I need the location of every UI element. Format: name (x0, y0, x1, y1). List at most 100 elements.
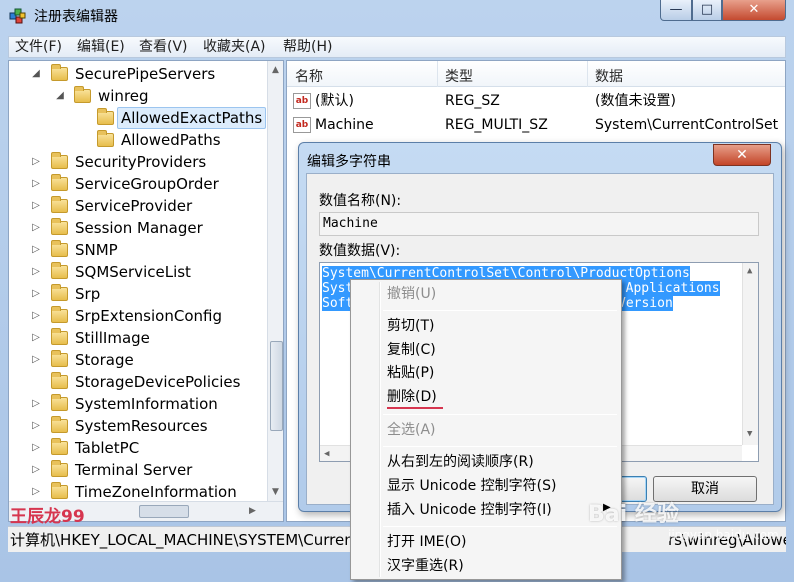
menu-item-rtl-reading-order[interactable]: 从右到左的阅读顺序(R) (387, 453, 534, 471)
tree-item-label: Terminal Server (75, 461, 193, 479)
menu-item-select-all[interactable]: 全选(A) (387, 421, 436, 439)
menu-item-show-unicode-control[interactable]: 显示 Unicode 控制字符(S) (387, 477, 556, 495)
scroll-down-icon[interactable]: ▼ (272, 487, 279, 497)
tree-scroll-thumb[interactable] (270, 341, 283, 431)
folder-icon (51, 328, 68, 345)
value-data: System\CurrentControlSet (595, 117, 779, 133)
menu-item-insert-unicode-control[interactable]: 插入 Unicode 控制字符(I) (387, 501, 552, 519)
collapse-arrow-icon[interactable]: ◢ (31, 63, 41, 85)
value-data-label: 数值数据(V): (319, 243, 401, 259)
expand-arrow-icon[interactable]: ▷ (31, 481, 41, 503)
string-value-icon: ab (293, 93, 311, 109)
tree-item-label: ServiceProvider (75, 197, 193, 215)
maximize-button[interactable]: □ (692, 0, 722, 21)
tree-item-allowedexactpaths[interactable]: AllowedExactPaths (9, 107, 267, 129)
menu-separator (383, 526, 617, 527)
menu-item-delete[interactable]: 删除(D) (387, 388, 437, 406)
expand-arrow-icon[interactable]: ▷ (31, 415, 41, 437)
menu-help[interactable]: 帮助(H) (283, 39, 332, 55)
expand-arrow-icon[interactable]: ▷ (31, 349, 41, 371)
menu-item-cut[interactable]: 剪切(T) (387, 317, 434, 335)
menu-item-undo[interactable]: 撤销(U) (387, 285, 436, 303)
tree-item-securityproviders[interactable]: ▷ SecurityProviders (9, 151, 259, 173)
column-header-name[interactable]: 名称 (295, 66, 323, 86)
tree-item-winreg[interactable]: ◢ winreg (9, 85, 259, 107)
scroll-up-icon[interactable]: ▲ (272, 65, 279, 75)
tree-item-label: StillImage (75, 329, 150, 347)
tree-item-timezoneinformation[interactable]: ▷ TimeZoneInformation (9, 481, 259, 503)
menu-item-open-ime[interactable]: 打开 IME(O) (387, 533, 466, 551)
dialog-close-button[interactable]: ✕ (713, 144, 771, 166)
expand-arrow-icon[interactable]: ▷ (31, 217, 41, 239)
expand-arrow-icon[interactable]: ▷ (31, 393, 41, 415)
scroll-down-icon[interactable]: ▼ (747, 429, 752, 439)
scroll-right-icon[interactable]: ▶ (249, 506, 256, 516)
tree-hscroll-thumb[interactable] (139, 505, 189, 518)
column-header-type[interactable]: 类型 (445, 66, 473, 86)
tree-item-label: TimeZoneInformation (75, 483, 237, 501)
data-line-text: Version (618, 296, 673, 311)
menu-file[interactable]: 文件(F) (15, 39, 62, 55)
folder-icon (51, 152, 68, 169)
tree-item-storagedevicepolicies[interactable]: StorageDevicePolicies (9, 371, 259, 393)
tree-item-snmp[interactable]: ▷ SNMP (9, 239, 259, 261)
close-button[interactable]: ✕ (722, 0, 786, 21)
status-path: 计算机\HKEY_LOCAL_MACHINE\SYSTEM\Curren (10, 531, 354, 549)
scroll-left-icon[interactable]: ◀ (324, 449, 329, 459)
menu-separator (383, 446, 617, 447)
column-header-data[interactable]: 数据 (595, 66, 623, 86)
expand-arrow-icon[interactable]: ▷ (31, 437, 41, 459)
data-vertical-scrollbar[interactable]: ▲ ▼ (742, 263, 758, 445)
minimize-button[interactable]: — (660, 0, 692, 21)
expand-arrow-icon[interactable]: ▷ (31, 459, 41, 481)
menu-item-reconversion[interactable]: 汉字重选(R) (387, 557, 464, 575)
tree-item-sqmservicelist[interactable]: ▷ SQMServiceList (9, 261, 259, 283)
title-bar[interactable]: 注册表编辑器 — □ ✕ (0, 0, 794, 34)
tree-item-systemresources[interactable]: ▷ SystemResources (9, 415, 259, 437)
tree-item-label: ServiceGroupOrder (75, 175, 219, 193)
context-menu: 撤销(U) 剪切(T) 复制(C) 粘贴(P) 删除(D) 全选(A) 从右到左… (350, 279, 622, 580)
tree-item-storage[interactable]: ▷ Storage (9, 349, 259, 371)
expand-arrow-icon[interactable]: ▷ (31, 283, 41, 305)
expand-arrow-icon[interactable]: ▷ (31, 195, 41, 217)
expand-arrow-icon[interactable]: ▷ (31, 305, 41, 327)
expand-arrow-icon[interactable]: ▷ (31, 239, 41, 261)
column-divider[interactable] (587, 61, 588, 87)
list-row-default[interactable]: ab (默认) REG_SZ (数值未设置) (287, 89, 785, 113)
tree-vertical-scrollbar[interactable]: ▲ ▼ (267, 61, 283, 501)
column-divider[interactable] (437, 61, 438, 87)
tree-item-securepipeservers[interactable]: ◢ SecurePipeServers (9, 63, 259, 85)
tree-item-allowedpaths[interactable]: AllowedPaths (9, 129, 259, 151)
tree-item-serviceprovider[interactable]: ▷ ServiceProvider (9, 195, 259, 217)
tree-item-label: Storage (75, 351, 134, 369)
tree-item-systeminformation[interactable]: ▷ SystemInformation (9, 393, 259, 415)
menu-item-copy[interactable]: 复制(C) (387, 341, 436, 359)
tree-item-label: AllowedPaths (121, 131, 221, 149)
value-name-label: 数值名称(N): (319, 193, 402, 209)
tree-item-label: Srp (75, 285, 101, 303)
tree-item-tabletpc[interactable]: ▷ TabletPC (9, 437, 259, 459)
menu-view[interactable]: 查看(V) (139, 39, 188, 55)
expand-arrow-icon[interactable]: ▷ (31, 261, 41, 283)
tree-item-srpextensionconfig[interactable]: ▷ SrpExtensionConfig (9, 305, 259, 327)
scroll-up-icon[interactable]: ▲ (747, 266, 752, 276)
tree-item-stillimage[interactable]: ▷ StillImage (9, 327, 259, 349)
value-name-field[interactable]: Machine (319, 212, 759, 236)
collapse-arrow-icon[interactable]: ◢ (55, 85, 65, 107)
expand-arrow-icon[interactable]: ▷ (31, 327, 41, 349)
tree-item-label: SQMServiceList (75, 263, 191, 281)
registry-tree[interactable]: ◢ SecurePipeServers ◢ winreg AllowedExac… (8, 60, 284, 522)
tree-item-terminal-server[interactable]: ▷ Terminal Server (9, 459, 259, 481)
tree-item-srp[interactable]: ▷ Srp (9, 283, 259, 305)
menu-favorites[interactable]: 收藏夹(A) (203, 39, 266, 55)
tree-item-label: winreg (98, 87, 149, 105)
list-row-machine[interactable]: ab Machine REG_MULTI_SZ System\CurrentCo… (287, 113, 785, 137)
folder-icon (97, 130, 114, 147)
tree-item-session-manager[interactable]: ▷ Session Manager (9, 217, 259, 239)
expand-arrow-icon[interactable]: ▷ (31, 173, 41, 195)
expand-arrow-icon[interactable]: ▷ (31, 151, 41, 173)
tree-item-servicegrouporder[interactable]: ▷ ServiceGroupOrder (9, 173, 259, 195)
menu-item-paste[interactable]: 粘贴(P) (387, 364, 434, 382)
data-line-text: Syst (322, 281, 354, 296)
menu-edit[interactable]: 编辑(E) (77, 39, 125, 55)
